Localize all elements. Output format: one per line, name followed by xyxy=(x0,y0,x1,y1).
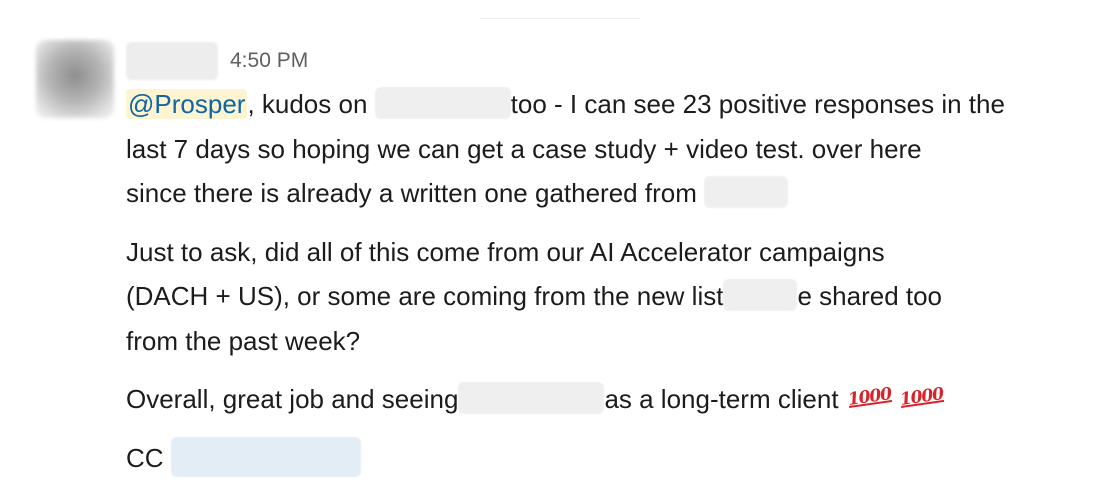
text-past-week: from the past week? xyxy=(126,325,361,356)
paragraph-3: Overall, great job and seeing as a long-t… xyxy=(126,377,1106,422)
text-dach-us: (DACH + US), or some are coming from the… xyxy=(126,281,724,311)
message-header: 4:50 PM xyxy=(126,40,1106,82)
text-long-term-client: as a long-term client xyxy=(604,384,839,414)
paragraph-4: CC xyxy=(126,436,1106,481)
text-overall: Overall, great job and seeing xyxy=(126,384,459,414)
message-timestamp[interactable]: 4:50 PM xyxy=(230,49,308,73)
text-shared-too: e shared too xyxy=(797,281,943,311)
redacted-text xyxy=(723,279,798,311)
sender-name-redacted[interactable] xyxy=(126,42,218,80)
mention-prosper[interactable]: @Prosper xyxy=(126,89,248,119)
text-just-to-ask: Just to ask, did all of this come from o… xyxy=(126,236,885,267)
paragraph-1: @Prosper, kudos on too - I can see 23 po… xyxy=(126,82,1106,216)
paragraph-2: Just to ask, did all of this come from o… xyxy=(126,230,1106,364)
redacted-text xyxy=(458,382,605,414)
text-cc: CC xyxy=(126,442,164,473)
100-emoji-icon[interactable]: 1000 xyxy=(847,384,893,410)
message-content: 4:50 PM @Prosper, kudos on too - I can s… xyxy=(126,40,1106,480)
text-positive-responses: too - I can see 23 positive responses in… xyxy=(510,89,1005,119)
100-emoji-icon[interactable]: 1000 xyxy=(899,384,945,410)
text-kudos: , kudos on xyxy=(247,89,368,119)
redacted-text xyxy=(704,176,789,208)
redacted-text xyxy=(374,87,511,119)
text-last-7-days: last 7 days so hoping we can get a case … xyxy=(126,133,922,164)
redacted-mention[interactable] xyxy=(170,436,361,477)
text-written-one: since there is already a written one gat… xyxy=(126,178,697,208)
message-body: @Prosper, kudos on too - I can see 23 po… xyxy=(126,82,1106,480)
top-divider xyxy=(480,18,640,19)
avatar[interactable] xyxy=(36,40,114,118)
